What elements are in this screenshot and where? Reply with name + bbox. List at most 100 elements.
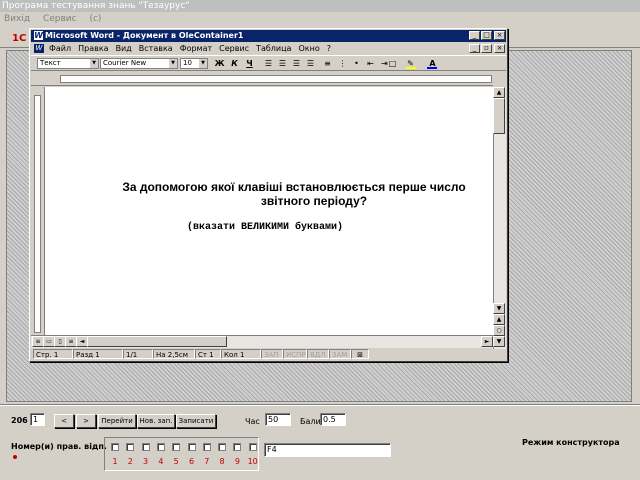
save-button[interactable]: Записати [176, 414, 216, 428]
answer-checkbox-7[interactable] [202, 443, 211, 451]
bullets-icon[interactable]: • [351, 58, 362, 69]
hscroll-thumb[interactable] [87, 336, 227, 347]
menu-view[interactable]: Вид [116, 44, 132, 53]
record-input[interactable]: 1 [30, 413, 45, 426]
line-spacing-icon[interactable]: ≡ [322, 58, 333, 69]
word-status-bar: Стр. 1 Разд 1 1/1 На 2,5см Ст 1 Кол 1 ЗА… [31, 349, 506, 360]
ruler-strip [60, 75, 492, 83]
answer-checkbox-1[interactable] [111, 443, 119, 451]
bold-button[interactable]: Ж [214, 58, 225, 69]
menu-window[interactable]: Окно [298, 44, 319, 53]
menu-file[interactable]: Файл [49, 44, 71, 53]
scroll-right-icon[interactable]: ► [481, 336, 493, 347]
answer-checkbox-number: 9 [234, 457, 240, 466]
status-ovr[interactable]: ЗАМ [329, 349, 351, 359]
word-app-icon: W [34, 31, 43, 40]
status-ext[interactable]: ВДЛ [307, 349, 329, 359]
menu-tools[interactable]: Сервис [219, 44, 249, 53]
next-page-icon[interactable]: ▼ [493, 336, 505, 347]
app-menu-bar: Вихід Сервис (с) [0, 12, 640, 26]
numbering-icon[interactable]: ⋮ [337, 58, 348, 69]
next-button[interactable]: > [76, 414, 96, 428]
prev-button[interactable]: < [54, 414, 74, 428]
document-icon[interactable]: W [34, 44, 44, 53]
style-combo[interactable]: Текст ▼ [37, 58, 99, 69]
size-combo-value: 10 [183, 59, 192, 67]
score-label: Бали [300, 417, 321, 426]
vertical-ruler-strip [34, 95, 41, 333]
answer-checkbox-number: 1 [112, 457, 118, 466]
minimize-icon[interactable]: _ [469, 31, 480, 40]
underline-button[interactable]: Ч [244, 58, 255, 69]
answer-checkbox-6[interactable] [187, 443, 196, 451]
score-input[interactable]: 0.5 [320, 413, 346, 426]
italic-button[interactable]: К [229, 58, 240, 69]
answer-checkbox-number: 4 [158, 457, 164, 466]
answer-checkbox-number: 8 [219, 457, 225, 466]
mode-label: Режим конструктора [522, 438, 620, 447]
menu-copyright[interactable]: (с) [89, 14, 101, 24]
menu-help[interactable]: ? [327, 44, 331, 53]
goto-button[interactable]: Перейти [98, 414, 136, 428]
status-section: Разд 1 [73, 349, 123, 359]
answer-checkbox-number: 6 [188, 457, 195, 466]
select-browse-icon[interactable]: ○ [493, 325, 505, 336]
status-page: Стр. 1 [33, 349, 73, 359]
align-right-icon[interactable]: ☰ [291, 58, 302, 69]
scroll-up-icon[interactable]: ▲ [493, 87, 505, 98]
menu-table[interactable]: Таблица [256, 44, 291, 53]
answer-checkbox-number: 2 [127, 457, 133, 466]
time-input[interactable]: 50 [265, 413, 291, 426]
answer-input[interactable]: F4 [264, 443, 391, 457]
answer-checkbox-10[interactable] [248, 443, 257, 451]
justify-icon[interactable]: ☰ [305, 58, 316, 69]
book-spelling-icon[interactable]: ⊠ [351, 349, 369, 359]
new-record-button[interactable]: Нов. зап. [137, 414, 175, 428]
answer-checkboxes: 1 2 3 4 5 6 7 8 9 10 [110, 443, 260, 469]
word-title-bar: W Microsoft Word - Документ в OleContain… [31, 30, 506, 42]
status-rec[interactable]: ЗАП [261, 349, 283, 359]
answer-checkbox-3[interactable] [141, 443, 150, 451]
align-center-icon[interactable]: ☰ [277, 58, 288, 69]
doc-restore-icon[interactable]: ▫ [481, 44, 492, 53]
font-combo[interactable]: Courier New ▼ [100, 58, 178, 69]
answer-label: Номер(и) прав. відп. [11, 442, 107, 451]
document-page[interactable] [44, 87, 493, 335]
menu-format[interactable]: Формат [180, 44, 212, 53]
status-pages: 1/1 [123, 349, 153, 359]
menu-exit[interactable]: Вихід [4, 14, 30, 24]
menu-service[interactable]: Сервис [43, 14, 77, 24]
answer-checkbox-number: 10 [247, 457, 258, 466]
align-left-icon[interactable]: ☰ [263, 58, 274, 69]
close-icon[interactable]: × [494, 31, 505, 40]
chevron-down-icon: ▼ [199, 59, 207, 68]
chevron-down-icon: ▼ [169, 59, 177, 68]
answer-checkbox-5[interactable] [172, 443, 181, 451]
status-position: На 2,5см [153, 349, 195, 359]
status-line: Ст 1 [195, 349, 221, 359]
maximize-icon[interactable]: □ [481, 31, 492, 40]
answer-checkbox-4[interactable] [156, 443, 165, 451]
answer-checkbox-number: 7 [204, 457, 210, 466]
borders-icon[interactable]: □ [387, 58, 398, 69]
status-column: Кол 1 [221, 349, 261, 359]
menu-edit[interactable]: Правка [78, 44, 108, 53]
answer-checkbox-9[interactable] [233, 443, 242, 451]
scroll-thumb[interactable] [493, 98, 505, 134]
answer-checkbox-2[interactable] [126, 443, 135, 451]
status-trk[interactable]: ИСПР [283, 349, 307, 359]
doc-close-icon[interactable]: × [494, 44, 505, 53]
doc-minimize-icon[interactable]: _ [469, 44, 480, 53]
scroll-down-icon[interactable]: ▼ [493, 303, 505, 314]
separator [0, 404, 640, 406]
highlight-color-swatch [406, 67, 416, 69]
chevron-down-icon: ▼ [90, 59, 98, 68]
answer-checkbox-8[interactable] [218, 443, 227, 451]
menu-insert[interactable]: Вставка [139, 44, 173, 53]
prev-page-icon[interactable]: ▲ [493, 314, 505, 325]
word-title-text: Microsoft Word - Документ в OleContainer… [45, 31, 244, 40]
record-number: 206 [11, 416, 28, 425]
size-combo[interactable]: 10 ▼ [180, 58, 208, 69]
decrease-indent-icon[interactable]: ⇤ [365, 58, 376, 69]
answer-checkbox-number: 3 [143, 457, 149, 466]
